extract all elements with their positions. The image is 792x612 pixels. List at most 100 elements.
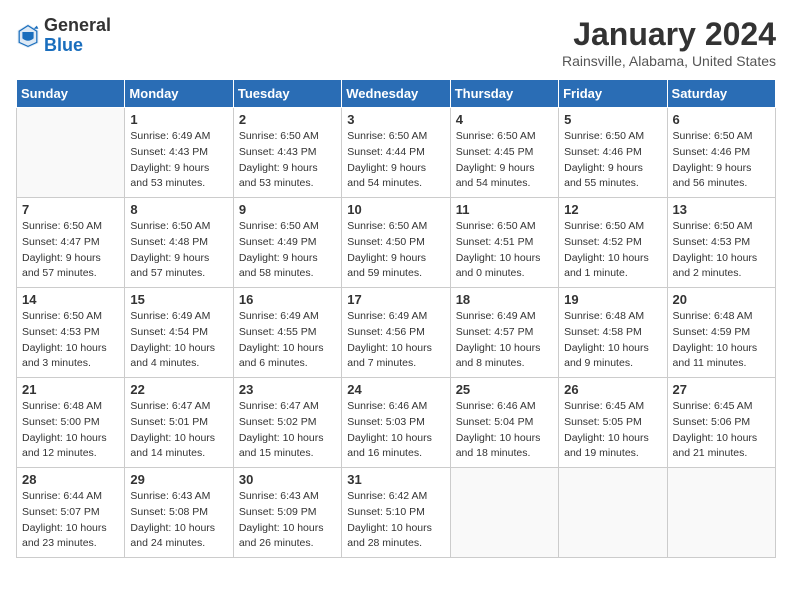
calendar-cell [559,468,667,558]
day-number: 27 [673,382,770,397]
calendar-cell: 27 Sunrise: 6:45 AMSunset: 5:06 PMDayligh… [667,378,775,468]
calendar-cell: 2 Sunrise: 6:50 AMSunset: 4:43 PMDaylight… [233,108,341,198]
day-info: Sunrise: 6:50 AMSunset: 4:48 PMDaylight:… [130,219,227,282]
day-number: 10 [347,202,444,217]
calendar-cell: 22 Sunrise: 6:47 AMSunset: 5:01 PMDayligh… [125,378,233,468]
day-info: Sunrise: 6:48 AMSunset: 4:58 PMDaylight:… [564,309,661,372]
day-info: Sunrise: 6:49 AMSunset: 4:56 PMDaylight:… [347,309,444,372]
calendar-cell: 29 Sunrise: 6:43 AMSunset: 5:08 PMDayligh… [125,468,233,558]
week-row-3: 14 Sunrise: 6:50 AMSunset: 4:53 PMDayligh… [17,288,776,378]
title-area: January 2024 Rainsville, Alabama, United… [562,16,776,69]
day-number: 28 [22,472,119,487]
calendar-cell: 23 Sunrise: 6:47 AMSunset: 5:02 PMDayligh… [233,378,341,468]
week-row-2: 7Sunrise: 6:50 AMSunset: 4:47 PMDaylight… [17,198,776,288]
day-number: 5 [564,112,661,127]
day-info: Sunrise: 6:42 AMSunset: 5:10 PMDaylight:… [347,489,444,552]
day-number: 8 [130,202,227,217]
calendar-cell: 15Sunrise: 6:49 AMSunset: 4:54 PMDayligh… [125,288,233,378]
day-number: 1 [130,112,227,127]
calendar-cell: 9 Sunrise: 6:50 AMSunset: 4:49 PMDaylight… [233,198,341,288]
day-info: Sunrise: 6:50 AMSunset: 4:46 PMDaylight:… [673,129,770,192]
day-info: Sunrise: 6:47 AMSunset: 5:02 PMDaylight:… [239,399,336,462]
day-info: Sunrise: 6:50 AMSunset: 4:50 PMDaylight:… [347,219,444,282]
day-info: Sunrise: 6:50 AMSunset: 4:43 PMDaylight:… [239,129,336,192]
calendar-cell: 25 Sunrise: 6:46 AMSunset: 5:04 PMDayligh… [450,378,558,468]
day-number: 9 [239,202,336,217]
calendar-cell: 21 Sunrise: 6:48 AMSunset: 5:00 PMDayligh… [17,378,125,468]
calendar-cell: 31 Sunrise: 6:42 AMSunset: 5:10 PMDayligh… [342,468,450,558]
weekday-header-saturday: Saturday [667,80,775,108]
day-number: 22 [130,382,227,397]
day-info: Sunrise: 6:50 AMSunset: 4:53 PMDaylight:… [22,309,119,372]
day-info: Sunrise: 6:48 AMSunset: 4:59 PMDaylight:… [673,309,770,372]
day-number: 31 [347,472,444,487]
day-info: Sunrise: 6:50 AMSunset: 4:51 PMDaylight:… [456,219,553,282]
weekday-header-wednesday: Wednesday [342,80,450,108]
day-info: Sunrise: 6:45 AMSunset: 5:06 PMDaylight:… [673,399,770,462]
logo-blue-label: Blue [44,36,111,56]
day-info: Sunrise: 6:50 AMSunset: 4:44 PMDaylight:… [347,129,444,192]
day-info: Sunrise: 6:50 AMSunset: 4:52 PMDaylight:… [564,219,661,282]
day-info: Sunrise: 6:43 AMSunset: 5:08 PMDaylight:… [130,489,227,552]
day-number: 7 [22,202,119,217]
day-number: 15 [130,292,227,307]
day-number: 18 [456,292,553,307]
day-number: 2 [239,112,336,127]
week-row-4: 21 Sunrise: 6:48 AMSunset: 5:00 PMDayligh… [17,378,776,468]
calendar-cell: 24 Sunrise: 6:46 AMSunset: 5:03 PMDayligh… [342,378,450,468]
calendar-cell: 13Sunrise: 6:50 AMSunset: 4:53 PMDayligh… [667,198,775,288]
day-number: 29 [130,472,227,487]
day-info: Sunrise: 6:43 AMSunset: 5:09 PMDaylight:… [239,489,336,552]
day-number: 14 [22,292,119,307]
day-number: 12 [564,202,661,217]
logo-general-label: General [44,16,111,36]
calendar-cell: 1 Sunrise: 6:49 AMSunset: 4:43 PMDaylight… [125,108,233,198]
day-number: 23 [239,382,336,397]
logo: General Blue [16,16,111,56]
day-info: Sunrise: 6:46 AMSunset: 5:04 PMDaylight:… [456,399,553,462]
day-number: 26 [564,382,661,397]
calendar-cell: 28Sunrise: 6:44 AMSunset: 5:07 PMDayligh… [17,468,125,558]
calendar-cell: 11 Sunrise: 6:50 AMSunset: 4:51 PMDayligh… [450,198,558,288]
location-subtitle: Rainsville, Alabama, United States [562,53,776,69]
week-row-1: 1 Sunrise: 6:49 AMSunset: 4:43 PMDaylight… [17,108,776,198]
day-number: 6 [673,112,770,127]
day-info: Sunrise: 6:50 AMSunset: 4:45 PMDaylight:… [456,129,553,192]
week-row-5: 28Sunrise: 6:44 AMSunset: 5:07 PMDayligh… [17,468,776,558]
calendar-cell: 3 Sunrise: 6:50 AMSunset: 4:44 PMDaylight… [342,108,450,198]
calendar-table: SundayMondayTuesdayWednesdayThursdayFrid… [16,79,776,558]
calendar-cell: 30Sunrise: 6:43 AMSunset: 5:09 PMDayligh… [233,468,341,558]
calendar-cell: 8 Sunrise: 6:50 AMSunset: 4:48 PMDaylight… [125,198,233,288]
calendar-cell: 5 Sunrise: 6:50 AMSunset: 4:46 PMDaylight… [559,108,667,198]
calendar-cell: 10 Sunrise: 6:50 AMSunset: 4:50 PMDayligh… [342,198,450,288]
calendar-cell: 26 Sunrise: 6:45 AMSunset: 5:05 PMDayligh… [559,378,667,468]
day-info: Sunrise: 6:45 AMSunset: 5:05 PMDaylight:… [564,399,661,462]
weekday-header-tuesday: Tuesday [233,80,341,108]
weekday-header-thursday: Thursday [450,80,558,108]
day-info: Sunrise: 6:48 AMSunset: 5:00 PMDaylight:… [22,399,119,462]
day-info: Sunrise: 6:50 AMSunset: 4:46 PMDaylight:… [564,129,661,192]
day-number: 13 [673,202,770,217]
day-number: 17 [347,292,444,307]
calendar-cell [17,108,125,198]
calendar-cell: 14 Sunrise: 6:50 AMSunset: 4:53 PMDayligh… [17,288,125,378]
calendar-cell: 20Sunrise: 6:48 AMSunset: 4:59 PMDayligh… [667,288,775,378]
day-number: 25 [456,382,553,397]
calendar-cell: 16Sunrise: 6:49 AMSunset: 4:55 PMDayligh… [233,288,341,378]
day-number: 11 [456,202,553,217]
day-info: Sunrise: 6:46 AMSunset: 5:03 PMDaylight:… [347,399,444,462]
calendar-cell: 12 Sunrise: 6:50 AMSunset: 4:52 PMDayligh… [559,198,667,288]
day-number: 3 [347,112,444,127]
day-number: 24 [347,382,444,397]
logo-icon [16,22,40,50]
day-number: 21 [22,382,119,397]
calendar-cell [450,468,558,558]
day-info: Sunrise: 6:47 AMSunset: 5:01 PMDaylight:… [130,399,227,462]
calendar-cell: 19 Sunrise: 6:48 AMSunset: 4:58 PMDayligh… [559,288,667,378]
weekday-header-row: SundayMondayTuesdayWednesdayThursdayFrid… [17,80,776,108]
weekday-header-friday: Friday [559,80,667,108]
day-info: Sunrise: 6:49 AMSunset: 4:43 PMDaylight:… [130,129,227,192]
day-number: 19 [564,292,661,307]
day-info: Sunrise: 6:50 AMSunset: 4:49 PMDaylight:… [239,219,336,282]
day-info: Sunrise: 6:49 AMSunset: 4:55 PMDaylight:… [239,309,336,372]
